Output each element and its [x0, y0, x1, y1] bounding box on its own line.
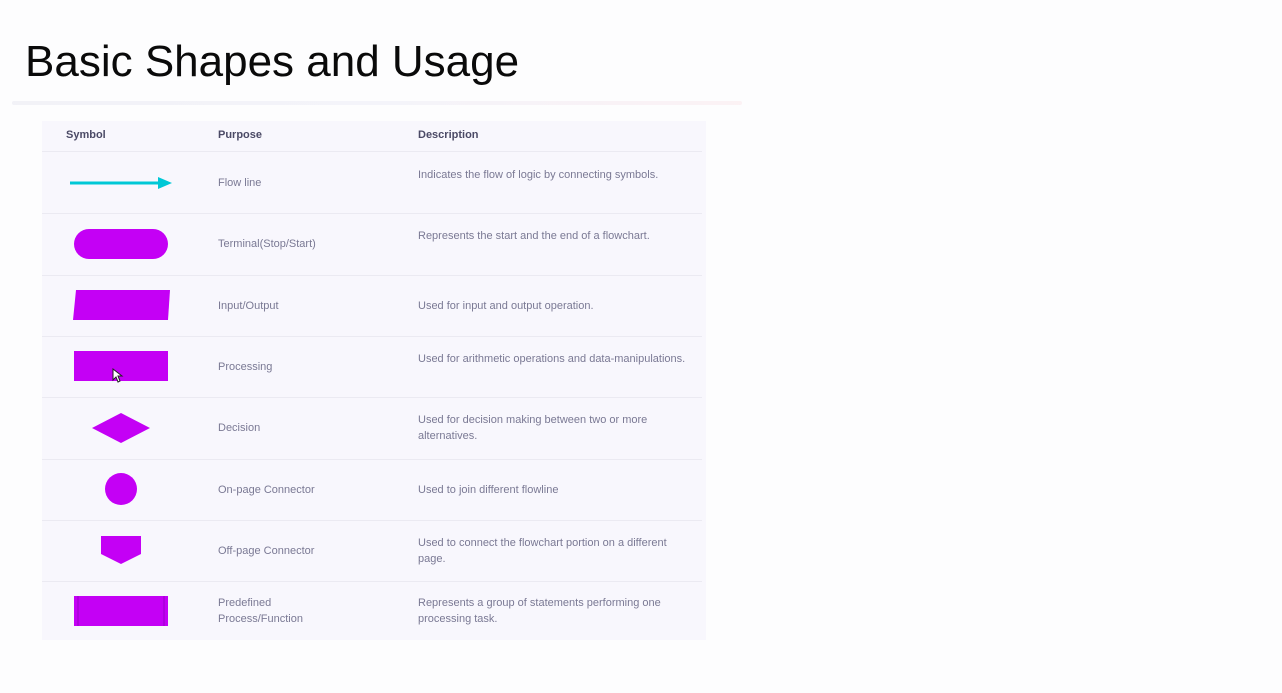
- row-purpose: Processing: [218, 361, 273, 373]
- parallelogram-shape-icon: [73, 290, 170, 320]
- slide-title: Basic Shapes and Usage: [25, 37, 520, 86]
- connector-circle-icon: [105, 473, 137, 505]
- row-purpose: Predefined Process/Function: [218, 597, 303, 625]
- table-row-flow-line: Flow line Indicates the flow of logic by…: [42, 152, 702, 214]
- table-row-input-output: Input/Output Used for input and output o…: [42, 275, 702, 337]
- row-purpose: Terminal(Stop/Start): [218, 238, 316, 250]
- table-row-decision: Decision Used for decision making betwee…: [42, 397, 702, 460]
- terminal-shape-icon: [74, 229, 168, 259]
- row-description: Represents the start and the end of a fl…: [418, 230, 650, 242]
- table-row-off-page-connector: Off-page Connector Used to connect the f…: [42, 520, 702, 582]
- table-header: Symbol Purpose Description: [42, 121, 702, 152]
- row-description: Used for arithmetic operations and data-…: [418, 353, 686, 365]
- row-description: Represents a group of statements perform…: [418, 597, 661, 625]
- row-purpose: Off-page Connector: [218, 545, 315, 557]
- flowchart-symbols-table: Symbol Purpose Description Flow line Ind…: [42, 121, 706, 640]
- header-description: Description: [418, 129, 479, 141]
- table-row-predefined-process: Predefined Process/Function Represents a…: [42, 581, 702, 639]
- row-description: Used for decision making between two or …: [418, 414, 648, 442]
- table-row-on-page-connector: On-page Connector Used to join different…: [42, 459, 702, 521]
- row-purpose: Decision: [218, 422, 261, 434]
- table-row-processing: Processing Used for arithmetic operation…: [42, 336, 702, 398]
- flow-line-arrow-icon: [70, 177, 172, 189]
- predefined-process-icon: [74, 596, 168, 626]
- row-purpose: Input/Output: [218, 300, 279, 312]
- header-purpose: Purpose: [218, 129, 263, 141]
- off-page-connector-pentagon-icon: [101, 536, 141, 564]
- row-purpose: On-page Connector: [218, 484, 315, 496]
- row-description: Used to join different flowline: [418, 484, 559, 496]
- row-description: Used to connect the flowchart portion on…: [418, 537, 667, 565]
- slide: Basic Shapes and Usage Symbol Purpose De…: [0, 0, 1282, 693]
- row-purpose: Flow line: [218, 177, 262, 189]
- header-symbol: Symbol: [66, 129, 106, 141]
- decision-diamond-icon: [92, 413, 150, 443]
- table-row-terminal: Terminal(Stop/Start) Represents the star…: [42, 213, 702, 276]
- mouse-pointer-icon: [112, 368, 124, 383]
- row-description: Indicates the flow of logic by connectin…: [418, 169, 659, 181]
- row-description: Used for input and output operation.: [418, 300, 594, 312]
- title-divider: [12, 101, 742, 105]
